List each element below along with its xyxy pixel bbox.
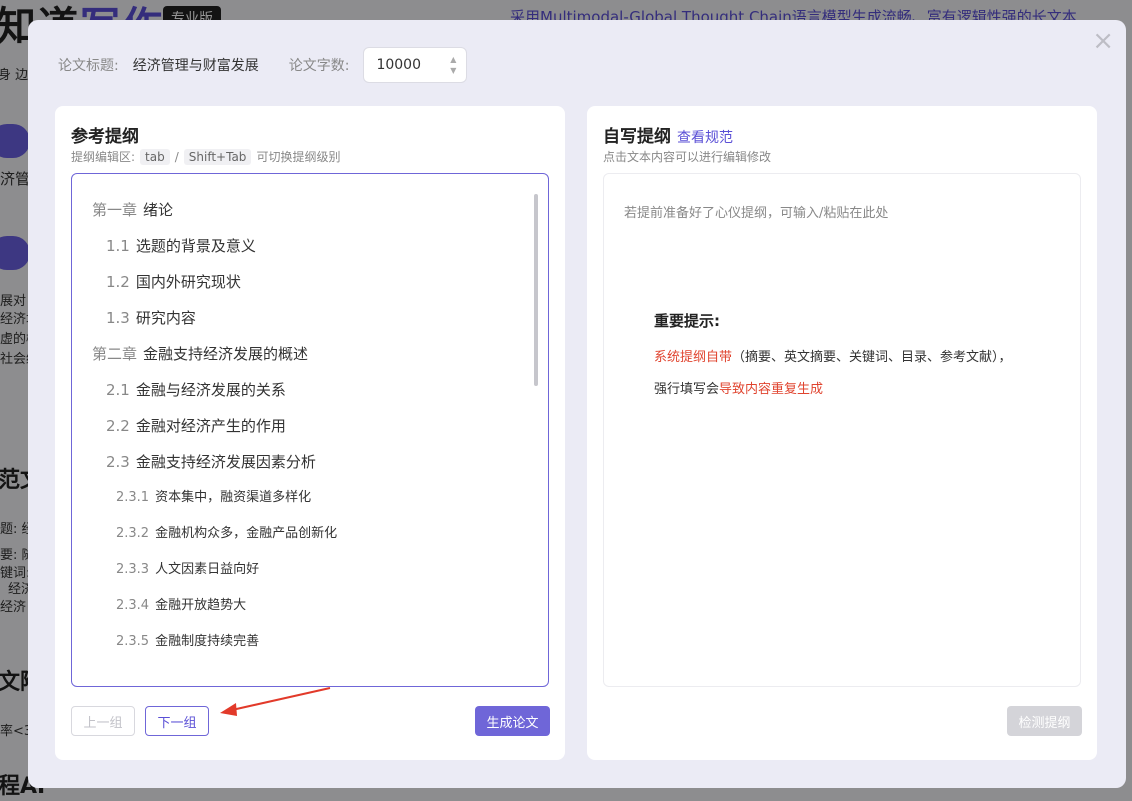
outline-item-text: 国内外研究现状: [135, 273, 241, 291]
prev-group-button[interactable]: 上一组: [71, 706, 135, 736]
outline-item-number: 1.3: [106, 309, 130, 327]
outline-item-number: 2.3: [106, 453, 130, 471]
panel-title: 参考提纲: [71, 127, 139, 147]
outline-item-number: 2.3.4: [116, 598, 150, 613]
paper-info-row: 论文标题: 经济管理与财富发展 论文字数: 10000 ▲ ▼: [58, 46, 468, 84]
outline-item-text: 研究内容: [135, 309, 196, 327]
separator: /: [174, 149, 179, 164]
tip-line-2: 强行填写会导致内容重复生成: [654, 378, 823, 397]
outline-item-number: 1.2: [106, 273, 130, 291]
panel-title: 自写提纲 查看规范: [603, 122, 733, 147]
stepper-up-icon[interactable]: ▲: [450, 55, 456, 64]
custom-outline-panel: 自写提纲 查看规范 点击文本内容可以进行编辑修改 若提前准备好了心仪提纲，可输入/…: [587, 106, 1097, 760]
check-outline-button[interactable]: 检测提纲: [1007, 706, 1082, 736]
outline-item-level-2[interactable]: 2.1 金融与经济发展的关系: [92, 372, 528, 408]
outline-item-text: 金融开放趋势大: [155, 598, 247, 613]
panel-subtitle: 点击文本内容可以进行编辑修改: [603, 150, 772, 164]
outline-item-text: 金融支持经济发展因素分析: [135, 453, 316, 471]
outline-item-level-3[interactable]: 2.3.3 人文因素日益向好: [92, 552, 528, 588]
outline-item-level-3[interactable]: 2.3.1 资本集中，融资渠道多样化: [92, 480, 528, 516]
outline-modal: × 论文标题: 经济管理与财富发展 论文字数: 10000 ▲ ▼ 参考提纲 提…: [28, 20, 1126, 788]
word-count-label: 论文字数:: [288, 58, 350, 74]
outline-item-text: 绪论: [143, 201, 174, 219]
outline-item-level-2[interactable]: 2.3 金融支持经济发展因素分析: [92, 444, 528, 480]
shift-tab-key-badge: Shift+Tab: [183, 148, 252, 165]
next-group-button[interactable]: 下一组: [145, 706, 209, 736]
outline-item-text: 金融制度持续完善: [155, 634, 260, 649]
outline-item-number: 2.3.2: [116, 526, 150, 541]
scrollbar[interactable]: [534, 194, 538, 386]
tip-line-1: 系统提纲自带（摘要、英文摘要、关键词、目录、参考文献），: [654, 346, 1012, 365]
tip-text: （摘要、英文摘要、关键词、目录、参考文献），: [732, 350, 1012, 365]
tab-key-badge: tab: [140, 148, 170, 165]
tip-title: 重要提示:: [654, 312, 720, 330]
outline-item-level-2[interactable]: 1.1 选题的背景及意义: [92, 228, 528, 264]
reference-outline-panel: 参考提纲 提纲编辑区: tab / Shift+Tab 可切换提纲级别 第一章绪…: [55, 106, 565, 760]
outline-item-level-3[interactable]: 2.3.4 金融开放趋势大: [92, 588, 528, 624]
outline-item-level-2[interactable]: 1.2 国内外研究现状: [92, 264, 528, 300]
close-icon[interactable]: ×: [1092, 28, 1114, 54]
panel-subtitle: 提纲编辑区: tab / Shift+Tab 可切换提纲级别: [71, 148, 340, 165]
outline-list: 第一章 绪论 1.1 选题的背景及意义 1.2 国内外研究现状 1.3 研究内容 第二章 金融支持…: [92, 192, 528, 660]
stepper[interactable]: ▲ ▼: [450, 55, 456, 75]
tip-red-text: 导致内容重复生成: [719, 382, 824, 397]
tip-text: 强行填写会: [654, 382, 720, 397]
outline-item-text: 人文因素日益向好: [155, 562, 260, 577]
word-count-value: 10000: [376, 57, 421, 73]
title-value: 经济管理与财富发展: [132, 58, 259, 74]
outline-item-text: 金融对经济产生的作用: [135, 417, 286, 435]
outline-item-text: 金融机构众多，金融产品创新化: [155, 526, 338, 541]
outline-item-number: 2.3.1: [116, 490, 150, 505]
outline-item-level-1[interactable]: 第二章 金融支持经济发展的概述: [92, 336, 528, 372]
word-count-input[interactable]: 10000 ▲ ▼: [363, 47, 468, 83]
outline-item-text: 金融支持经济发展的概述: [143, 345, 309, 363]
outline-item-text: 金融与经济发展的关系: [135, 381, 286, 399]
outline-item-level-3[interactable]: 2.3.5 金融制度持续完善: [92, 624, 528, 660]
outline-item-number: 1.1: [106, 237, 130, 255]
outline-item-level-2[interactable]: 2.2 金融对经济产生的作用: [92, 408, 528, 444]
view-guidelines-link[interactable]: 查看规范: [677, 130, 733, 146]
outline-item-level-3[interactable]: 2.3.2 金融机构众多，金融产品创新化: [92, 516, 528, 552]
outline-item-number: 2.3.5: [116, 634, 150, 649]
subtitle-prefix: 提纲编辑区:: [71, 150, 136, 164]
outline-item-number: 第一章: [92, 201, 138, 219]
outline-item-number: 2.1: [106, 381, 130, 399]
outline-item-text: 选题的背景及意义: [135, 237, 256, 255]
subtitle-suffix: 可切换提纲级别: [256, 150, 341, 164]
textarea-placeholder: 若提前准备好了心仪提纲，可输入/粘贴在此处: [624, 206, 889, 221]
outline-item-text: 资本集中，融资渠道多样化: [155, 490, 312, 505]
outline-item-level-1[interactable]: 第一章 绪论: [92, 192, 528, 228]
generate-paper-button[interactable]: 生成论文: [475, 706, 550, 736]
outline-item-number: 第二章: [92, 345, 138, 363]
outline-item-number: 2.3.3: [116, 562, 150, 577]
outline-item-number: 2.2: [106, 417, 130, 435]
custom-outline-textarea[interactable]: 若提前准备好了心仪提纲，可输入/粘贴在此处 重要提示: 系统提纲自带（摘要、英文…: [603, 173, 1081, 687]
outline-editor[interactable]: 第一章 绪论 1.1 选题的背景及意义 1.2 国内外研究现状 1.3 研究内容 第二章 金融支持…: [71, 173, 549, 687]
outline-item-level-2[interactable]: 1.3 研究内容: [92, 300, 528, 336]
panel-title-text: 自写提纲: [603, 127, 671, 147]
tip-red-text: 系统提纲自带: [654, 350, 733, 365]
title-label: 论文标题:: [58, 58, 119, 74]
stepper-down-icon[interactable]: ▼: [450, 66, 456, 75]
